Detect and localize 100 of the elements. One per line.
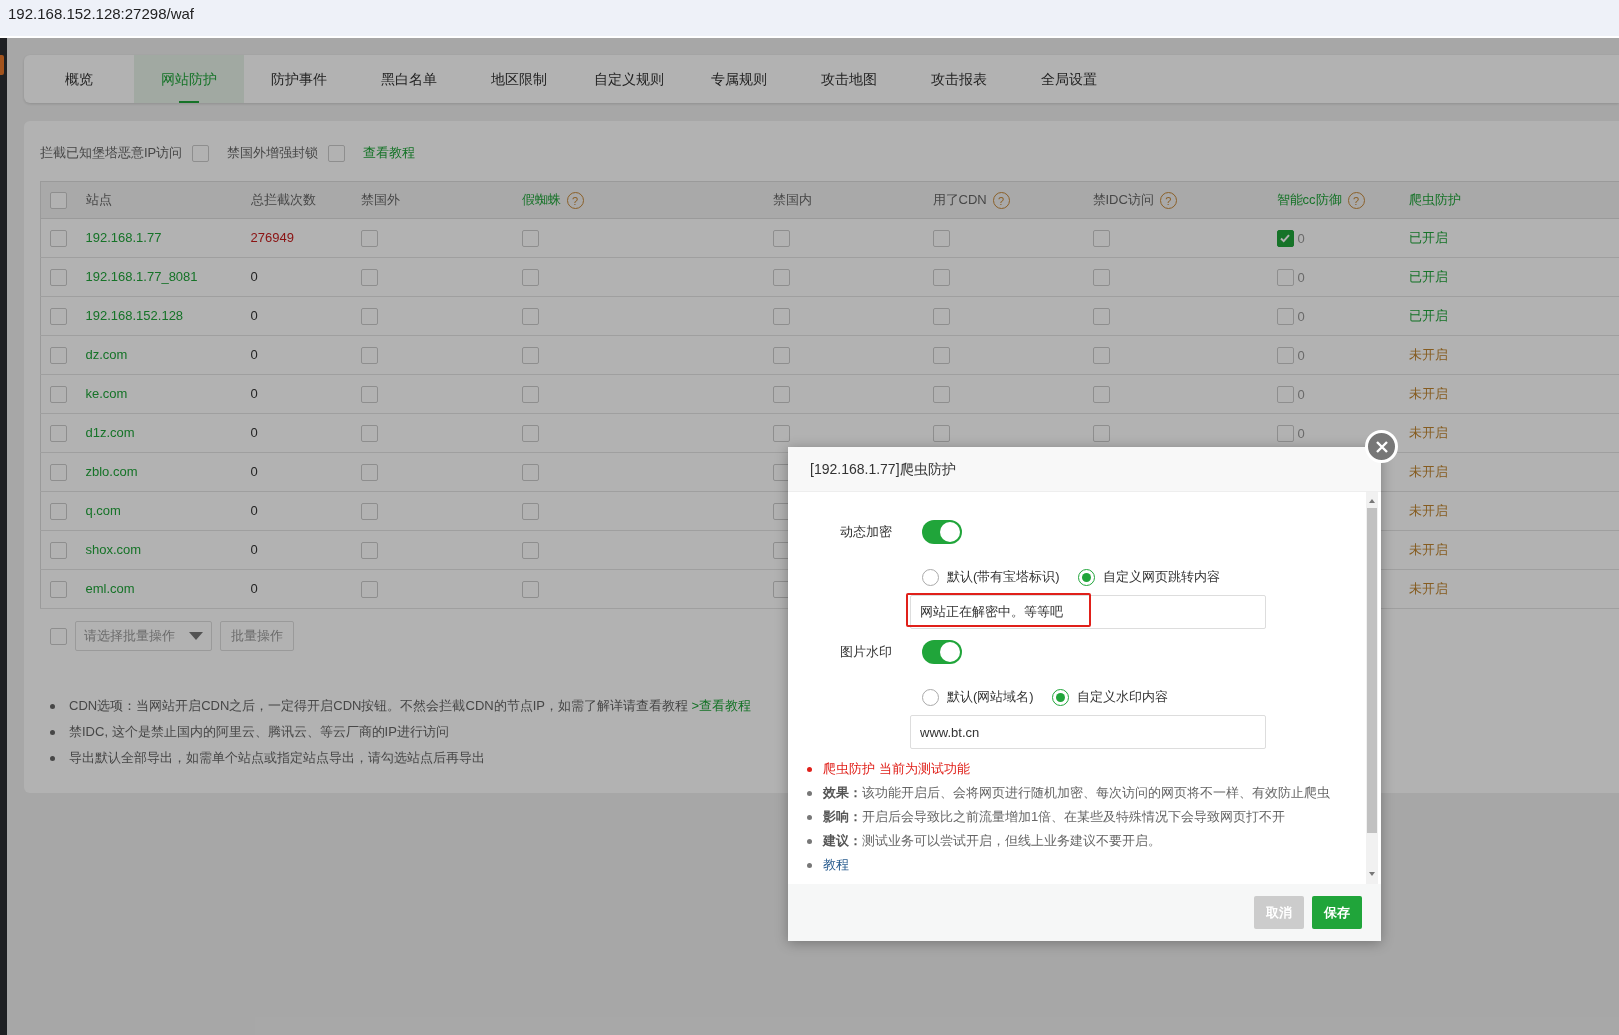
site-link[interactable]: 192.168.1.77_8081 (85, 269, 198, 285)
checkbox[interactable] (360, 425, 378, 443)
checkbox[interactable] (360, 347, 378, 365)
checkbox[interactable] (1092, 425, 1110, 443)
checkbox[interactable] (1092, 308, 1110, 326)
checkbox[interactable] (772, 269, 790, 287)
text-input[interactable]: www.bt.cn (910, 715, 1266, 749)
checkbox[interactable] (1276, 385, 1294, 403)
crawler-status-link[interactable]: 未开启 (1408, 425, 1448, 441)
row-checkbox[interactable] (50, 308, 67, 326)
checkbox[interactable] (1276, 307, 1294, 325)
row-checkbox[interactable] (50, 230, 67, 248)
site-link[interactable]: 192.168.1.77 (85, 230, 162, 246)
checkbox[interactable] (1092, 230, 1110, 248)
radio-option[interactable]: 自定义水印内容 (1051, 687, 1168, 707)
tab[interactable]: 防护事件 (244, 55, 354, 103)
checkbox[interactable] (932, 347, 950, 365)
tab[interactable]: 网站防护 (134, 55, 244, 103)
tutorial-link[interactable]: 教程 (823, 855, 849, 875)
checkbox[interactable] (1276, 346, 1294, 364)
checkbox[interactable] (772, 425, 790, 443)
checkbox[interactable] (932, 386, 950, 404)
checkbox[interactable] (932, 425, 950, 443)
crawler-status-link[interactable]: 已开启 (1408, 308, 1448, 324)
checkbox[interactable] (1276, 424, 1294, 442)
checkbox[interactable] (360, 503, 378, 521)
row-checkbox[interactable] (50, 425, 67, 443)
site-link[interactable]: 192.168.152.128 (85, 308, 184, 324)
batch-button[interactable]: 批量操作 (220, 621, 294, 651)
row-checkbox[interactable] (50, 464, 67, 482)
checkbox[interactable] (1276, 268, 1294, 286)
scrollbar[interactable] (1366, 492, 1378, 884)
tutorial-link[interactable]: 查看教程 (363, 143, 416, 163)
checkbox[interactable] (1092, 269, 1110, 287)
address-url[interactable]: 192.168.152.128:27298/waf (8, 5, 194, 22)
row-checkbox[interactable] (50, 386, 67, 404)
tab[interactable]: 攻击地图 (794, 55, 904, 103)
checkbox[interactable] (360, 230, 378, 248)
site-link[interactable]: ke.com (85, 386, 128, 402)
checkbox[interactable] (932, 269, 950, 287)
checkbox[interactable] (360, 542, 378, 560)
tab[interactable]: 攻击报表 (904, 55, 1014, 103)
tab[interactable]: 黑白名单 (354, 55, 464, 103)
checkbox[interactable] (521, 386, 539, 404)
radio-option[interactable]: 默认(带有宝塔标识) (922, 567, 1060, 587)
crawler-status-link[interactable]: 未开启 (1408, 386, 1448, 402)
checkbox[interactable] (772, 308, 790, 326)
crawler-status-link[interactable]: 未开启 (1408, 464, 1448, 480)
checkbox[interactable] (360, 269, 378, 287)
checkbox[interactable] (328, 144, 346, 162)
toggle-switch[interactable] (922, 640, 962, 664)
checkbox[interactable] (521, 464, 539, 482)
checkbox[interactable] (932, 308, 950, 326)
checkbox[interactable] (772, 347, 790, 365)
toggle-switch[interactable] (922, 520, 962, 544)
row-checkbox[interactable] (50, 503, 67, 521)
checkbox[interactable] (360, 581, 378, 599)
row-checkbox[interactable] (50, 542, 67, 560)
checkbox[interactable] (521, 542, 539, 560)
checkbox[interactable] (521, 581, 539, 599)
site-link[interactable]: dz.com (85, 347, 128, 363)
checkbox[interactable] (521, 230, 539, 248)
site-link[interactable]: shox.com (85, 542, 142, 558)
crawler-status-link[interactable]: 未开启 (1408, 581, 1448, 597)
checkbox[interactable] (1092, 386, 1110, 404)
tab[interactable]: 全局设置 (1014, 55, 1124, 103)
checkbox[interactable] (521, 308, 539, 326)
batch-checkbox[interactable] (50, 627, 67, 645)
checkbox[interactable] (360, 386, 378, 404)
tab[interactable]: 专属规则 (684, 55, 794, 103)
row-checkbox[interactable] (50, 581, 67, 599)
row-checkbox[interactable] (50, 269, 67, 287)
site-link[interactable]: q.com (85, 503, 121, 519)
checkbox[interactable] (772, 386, 790, 404)
tab[interactable]: 地区限制 (464, 55, 574, 103)
tab[interactable]: 概览 (24, 55, 134, 103)
row-checkbox[interactable] (50, 347, 67, 365)
checkbox[interactable] (1276, 229, 1294, 247)
checkbox[interactable] (521, 269, 539, 287)
crawler-status-link[interactable]: 未开启 (1408, 542, 1448, 558)
checkbox[interactable] (521, 347, 539, 365)
tab[interactable]: 自定义规则 (574, 55, 684, 103)
checkbox[interactable] (360, 464, 378, 482)
checkbox[interactable] (521, 503, 539, 521)
checkbox[interactable] (772, 230, 790, 248)
checkbox[interactable] (1092, 347, 1110, 365)
crawler-status-link[interactable]: 已开启 (1408, 269, 1448, 285)
site-link[interactable]: d1z.com (85, 425, 135, 441)
checkbox[interactable] (192, 144, 210, 162)
radio-option[interactable]: 自定义网页跳转内容 (1077, 567, 1220, 587)
checkbox[interactable] (521, 425, 539, 443)
crawler-status-link[interactable]: 已开启 (1408, 230, 1448, 246)
crawler-status-link[interactable]: 未开启 (1408, 347, 1448, 363)
site-link[interactable]: zblo.com (85, 464, 138, 480)
batch-select[interactable]: 请选择批量操作 (75, 621, 212, 651)
checkbox[interactable] (360, 308, 378, 326)
select-all-checkbox[interactable] (50, 192, 67, 210)
checkbox[interactable] (932, 230, 950, 248)
tutorial-link[interactable]: >查看教程 (691, 698, 752, 714)
save-button[interactable]: 保存 (1312, 896, 1362, 929)
